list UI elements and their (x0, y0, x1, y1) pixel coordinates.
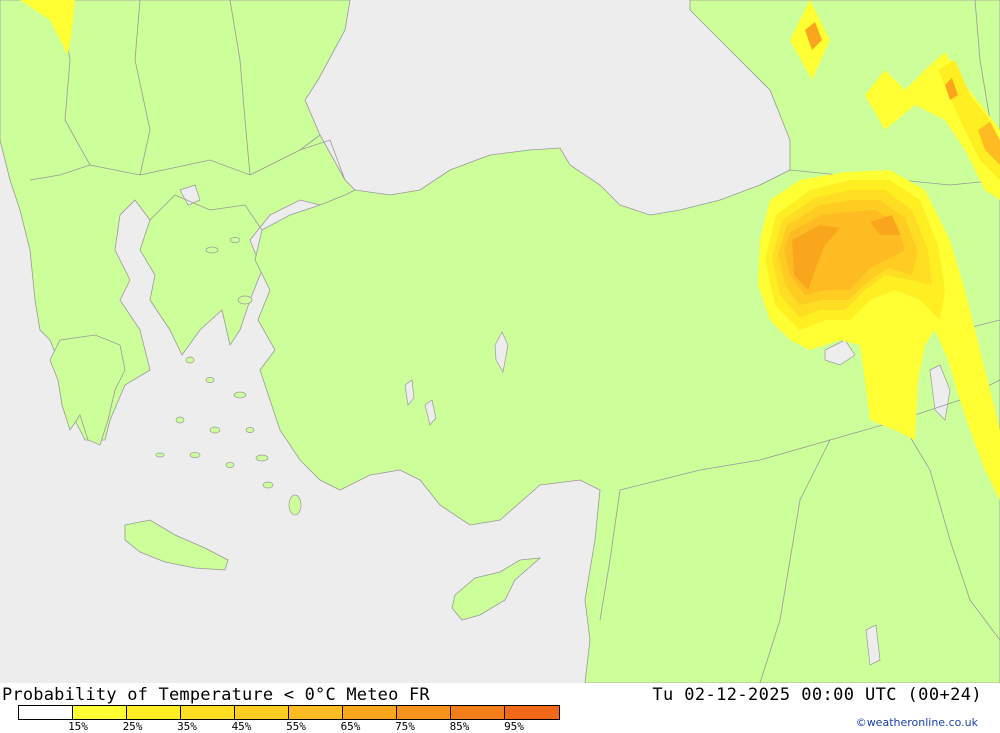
legend-label: 35% (177, 720, 197, 733)
legend-swatch (73, 706, 127, 719)
legend-swatch (19, 706, 73, 719)
legend-swatch (127, 706, 181, 719)
legend-label: 85% (449, 720, 470, 733)
legend-label: 75% (395, 720, 415, 733)
legend-swatch (343, 706, 397, 719)
legend-swatch (289, 706, 343, 719)
legend-label: 45% (231, 720, 252, 733)
map-footer: Probability of Temperature < 0°C Meteo F… (0, 683, 1000, 733)
legend-label: 15% (68, 720, 88, 733)
weather-map (0, 0, 1000, 683)
valid-time: Tu 02-12-2025 00:00 UTC (00+24) (652, 685, 982, 705)
legend-swatch (397, 706, 451, 719)
legend-swatch (235, 706, 289, 719)
legend-labels: 15% 25% 35% 45% 55% 65% 75% 85% 95% (18, 720, 564, 733)
legend-label: 95% (504, 720, 524, 733)
legend-swatch (505, 706, 559, 719)
legend-color-bar (18, 705, 560, 720)
legend-label: 25% (122, 720, 143, 733)
legend-label: 65% (340, 720, 361, 733)
legend-swatch (181, 706, 235, 719)
map-title: Probability of Temperature < 0°C Meteo F… (2, 685, 430, 705)
credit-link[interactable]: ©weatheronline.co.uk (856, 716, 978, 729)
legend-swatch (451, 706, 505, 719)
legend-label: 55% (286, 720, 306, 733)
